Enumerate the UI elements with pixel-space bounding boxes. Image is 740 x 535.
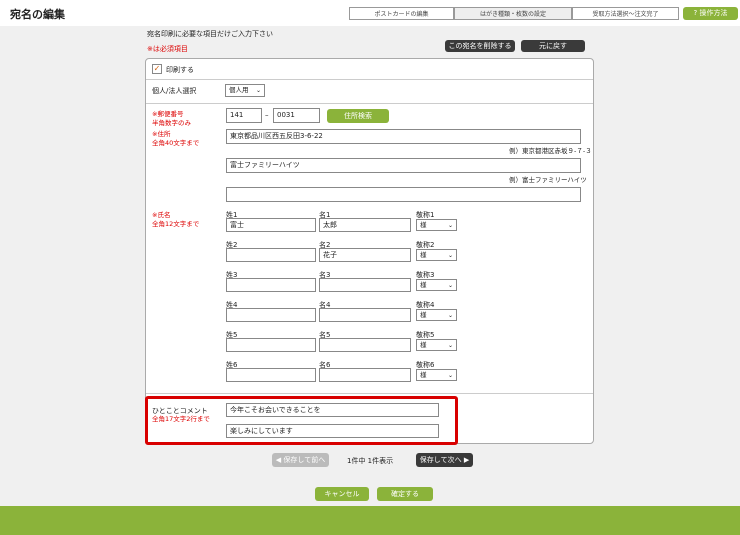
triangle-left-icon: ◀ (275, 456, 282, 464)
step-3: 受取方法選択～注文完了 (572, 7, 679, 20)
type-select[interactable]: 個人用 ⌄ (225, 84, 265, 97)
mei-input-6[interactable] (319, 368, 411, 382)
address-search-button[interactable]: 住所検索 (327, 109, 389, 123)
help-label: 操作方法 (699, 9, 728, 17)
address-hint2: 例）富士ファミリーハイツ (509, 176, 587, 184)
keisho-value-5: 様 (420, 341, 427, 349)
save-next-button[interactable]: 保存して次へ ▶ (416, 453, 473, 467)
postal-note: 半角数字のみ (152, 119, 191, 127)
cancel-button[interactable]: キャンセル (315, 487, 369, 501)
keisho-value-4: 様 (420, 311, 427, 319)
delete-address-button[interactable]: この宛名を削除する (445, 40, 515, 52)
confirm-button[interactable]: 確定する (377, 487, 433, 501)
keisho-select-6[interactable]: 様 ⌄ (416, 369, 457, 381)
name-note: 全角12文字まで (152, 220, 200, 228)
mei-input-2[interactable]: 花子 (319, 248, 411, 262)
sei-input-4[interactable] (226, 308, 316, 322)
step-1: ポストカードの編集 (349, 7, 454, 20)
triangle-right-icon: ▶ (463, 456, 470, 464)
postal-hyphen: – (265, 111, 269, 119)
chevron-down-icon: ⌄ (447, 342, 453, 349)
address-note: 全角40文字まで (152, 139, 200, 147)
print-label: 印刷する (166, 66, 194, 74)
mei-input-4[interactable] (319, 308, 411, 322)
instruction-text: 宛名印刷に必要な項目だけご入力下さい (147, 30, 273, 38)
chevron-down-icon: ⌄ (447, 372, 453, 379)
keisho-select-5[interactable]: 様 ⌄ (416, 339, 457, 351)
mei-input-5[interactable] (319, 338, 411, 352)
chevron-down-icon: ⌄ (447, 252, 453, 259)
sei-input-3[interactable] (226, 278, 316, 292)
help-button[interactable]: ? 操作方法 (683, 7, 738, 20)
step-progress: ポストカードの編集 はがき種類・枚数の設定 受取方法選択～注文完了 (349, 7, 679, 20)
save-next-label: 保存して次へ (419, 456, 462, 464)
sei-input-2[interactable] (226, 248, 316, 262)
address-line1-input[interactable]: 東京都品川区西五反田3-6-22 (226, 129, 581, 144)
keisho-value-6: 様 (420, 371, 427, 379)
type-select-label: 個人/法人選択 (152, 87, 197, 95)
divider (146, 79, 593, 80)
mei-input-1[interactable]: 太郎 (319, 218, 411, 232)
mei-input-3[interactable] (319, 278, 411, 292)
chevron-down-icon: ⌄ (447, 222, 453, 229)
save-prev-label: 保存して前へ (283, 456, 326, 464)
sei-input-6[interactable] (226, 368, 316, 382)
page-title: 宛名の編集 (10, 8, 65, 21)
postal-code-part2[interactable]: 0031 (273, 108, 320, 123)
pager-status: 1件中 1件表示 (347, 457, 394, 465)
divider (146, 103, 593, 104)
address-hint1: 例）東京都港区赤坂９-７-３ (509, 147, 592, 155)
question-icon: ? (693, 9, 698, 17)
chevron-down-icon: ⌄ (255, 87, 261, 94)
keisho-select-4[interactable]: 様 ⌄ (416, 309, 457, 321)
comment-highlight-box (145, 396, 458, 445)
keisho-value-1: 様 (420, 221, 427, 229)
chevron-down-icon: ⌄ (447, 282, 453, 289)
sei-input-1[interactable]: 富士 (226, 218, 316, 232)
print-checkbox[interactable]: ✓ (152, 64, 162, 74)
keisho-select-2[interactable]: 様 ⌄ (416, 249, 457, 261)
postal-code-part1[interactable]: 141 (226, 108, 262, 123)
chevron-down-icon: ⌄ (447, 312, 453, 319)
divider (146, 393, 593, 394)
sei-input-5[interactable] (226, 338, 316, 352)
required-note: ※は必須項目 (147, 45, 188, 53)
keisho-select-3[interactable]: 様 ⌄ (416, 279, 457, 291)
address-line2-input[interactable]: 富士ファミリーハイツ (226, 158, 581, 173)
keisho-value-2: 様 (420, 251, 427, 259)
keisho-select-1[interactable]: 様 ⌄ (416, 219, 457, 231)
revert-button[interactable]: 元に戻す (521, 40, 585, 52)
footer-bar (0, 506, 740, 535)
type-select-value: 個人用 (229, 86, 249, 94)
keisho-value-3: 様 (420, 281, 427, 289)
step-2: はがき種類・枚数の設定 (454, 7, 572, 20)
address-line3-input[interactable] (226, 187, 581, 202)
save-prev-button[interactable]: ◀ 保存して前へ (272, 453, 329, 467)
